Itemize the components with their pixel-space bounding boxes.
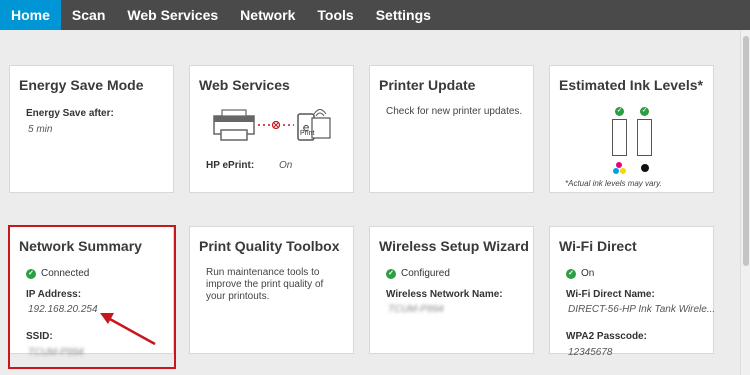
wifi-direct-status: ✓ On bbox=[566, 268, 594, 279]
wifi-direct-card[interactable]: Wi-Fi Direct ✓ On Wi-Fi Direct Name: DIR… bbox=[549, 226, 716, 358]
wireless-network-label: Wireless Network Name: bbox=[386, 289, 503, 300]
ink-cartridge-icon bbox=[612, 119, 627, 156]
web-services-title: Web Services bbox=[199, 77, 290, 93]
check-circle-icon: ✓ bbox=[566, 268, 576, 279]
eprint-label: HP ePrint: bbox=[206, 160, 255, 171]
ink-levels-card[interactable]: Estimated Ink Levels* ✓ ✓ *Actual ink le… bbox=[549, 65, 714, 193]
energy-save-value: 5 min bbox=[28, 124, 53, 135]
tab-network[interactable]: Network bbox=[229, 0, 306, 30]
tab-web-services[interactable]: Web Services bbox=[116, 0, 229, 30]
scrollbar-thumb[interactable] bbox=[743, 36, 749, 266]
wpa2-passcode-label: WPA2 Passcode: bbox=[566, 331, 647, 342]
energy-save-title: Energy Save Mode bbox=[19, 77, 144, 93]
printer-to-eprint-icon: e bbox=[213, 109, 331, 141]
printer-icon bbox=[213, 109, 255, 141]
wifi-direct-status-text: On bbox=[581, 268, 595, 279]
web-services-card[interactable]: Web Services e Print HP ePrint: On bbox=[189, 65, 354, 193]
black-dot bbox=[641, 164, 649, 172]
tab-home[interactable]: Home bbox=[0, 0, 61, 30]
wifi-direct-name-label: Wi-Fi Direct Name: bbox=[566, 289, 655, 300]
tab-tools[interactable]: Tools bbox=[306, 0, 364, 30]
print-quality-text: Run maintenance tools to improve the pri… bbox=[206, 267, 324, 302]
eprint-icon-label: Print bbox=[300, 130, 315, 137]
wireless-network-value: TCUM-P994 bbox=[388, 304, 444, 315]
check-circle-icon: ✓ bbox=[640, 107, 649, 116]
print-quality-title: Print Quality Toolbox bbox=[199, 238, 340, 254]
wifi-direct-title: Wi-Fi Direct bbox=[559, 238, 637, 254]
check-circle-icon: ✓ bbox=[615, 107, 624, 116]
wireless-status: ✓ Configured bbox=[386, 268, 450, 279]
wireless-setup-card[interactable]: Wireless Setup Wizard ✓ Configured Wirel… bbox=[369, 226, 534, 354]
wireless-status-text: Configured bbox=[401, 268, 450, 279]
vertical-scrollbar[interactable] bbox=[740, 30, 750, 375]
cyan-dot bbox=[613, 168, 619, 174]
print-quality-card[interactable]: Print Quality Toolbox Run maintenance to… bbox=[189, 226, 354, 354]
yellow-dot bbox=[620, 168, 626, 174]
magenta-dot bbox=[616, 162, 622, 168]
printer-update-title: Printer Update bbox=[379, 77, 476, 93]
printer-update-text: Check for new printer updates. bbox=[386, 106, 523, 117]
energy-save-label: Energy Save after: bbox=[26, 108, 114, 119]
energy-save-card[interactable]: Energy Save Mode Energy Save after: 5 mi… bbox=[9, 65, 174, 193]
tab-scan[interactable]: Scan bbox=[61, 0, 116, 30]
check-circle-icon: ✓ bbox=[386, 268, 396, 279]
printer-update-card[interactable]: Printer Update Check for new printer upd… bbox=[369, 65, 534, 193]
wifi-direct-name-value: DIRECT-56-HP Ink Tank Wirele... bbox=[568, 304, 716, 315]
ink-note: *Actual ink levels may vary. bbox=[565, 179, 662, 188]
ink-levels-title: Estimated Ink Levels* bbox=[559, 77, 703, 93]
eprint-value: On bbox=[279, 160, 293, 171]
tab-settings[interactable]: Settings bbox=[365, 0, 442, 30]
wireless-setup-title: Wireless Setup Wizard bbox=[379, 238, 529, 254]
network-summary-highlight bbox=[8, 225, 176, 369]
top-navigation-bar: Home Scan Web Services Network Tools Set… bbox=[0, 0, 750, 30]
wpa2-passcode-value: 12345678 bbox=[568, 347, 613, 358]
ink-cartridge-icon bbox=[637, 119, 652, 156]
